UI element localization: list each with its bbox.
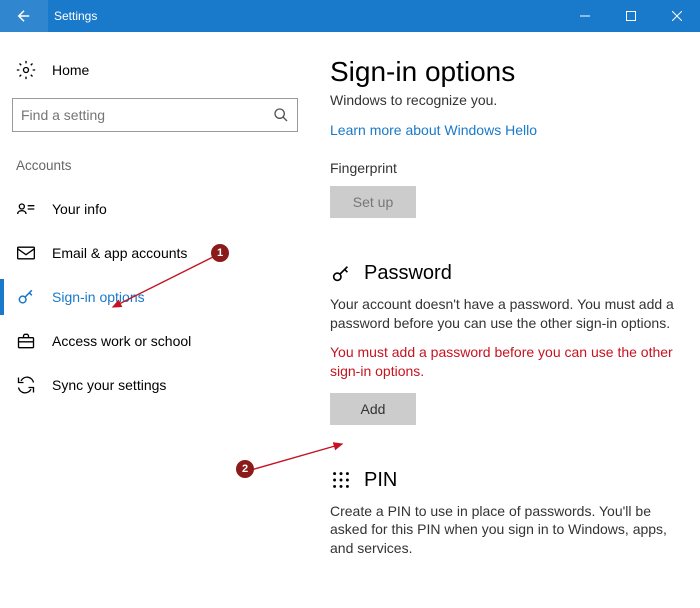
password-description: Your account doesn't have a password. Yo… [330,295,680,333]
gear-icon [16,60,36,80]
pin-description: Create a PIN to use in place of password… [330,502,680,559]
search-icon [273,107,289,123]
arrow-left-icon [15,7,33,25]
search-box[interactable] [12,98,298,132]
titlebar: Settings [0,0,700,32]
page-title: Sign-in options [330,56,680,88]
fingerprint-label: Fingerprint [330,160,680,176]
windows-hello-link[interactable]: Learn more about Windows Hello [330,122,537,138]
setup-button[interactable]: Set up [330,186,416,218]
add-password-button[interactable]: Add [330,393,416,425]
annotation-badge-1: 1 [211,244,229,262]
pin-grid-icon [330,469,352,491]
sidebar-item-label: Sign-in options [52,289,145,305]
page-subtext: Windows to recognize you. [330,92,680,108]
mail-icon [16,243,36,263]
password-section-title: Password [330,262,680,285]
sidebar: Home Accounts Your info Email & app acco… [0,32,310,608]
password-error-text: You must add a password before you can u… [330,343,680,381]
sidebar-item-label: Your info [52,201,107,217]
pin-title-text: PIN [364,469,397,492]
key-icon [330,263,352,285]
sidebar-item-sign-in-options[interactable]: Sign-in options [0,275,298,319]
search-input[interactable] [21,107,273,123]
close-icon [672,11,682,21]
key-icon [16,287,36,307]
sidebar-item-access-work-school[interactable]: Access work or school [0,319,298,363]
sync-icon [16,375,36,395]
main-panel: Sign-in options Windows to recognize you… [310,32,700,608]
sidebar-item-label: Access work or school [52,333,191,349]
home-button[interactable]: Home [12,50,298,90]
minimize-icon [580,11,590,21]
close-button[interactable] [654,0,700,32]
window-title: Settings [54,9,97,23]
person-card-icon [16,199,36,219]
sidebar-item-label: Sync your settings [52,377,166,393]
maximize-icon [626,11,636,21]
password-title-text: Password [364,262,452,285]
maximize-button[interactable] [608,0,654,32]
minimize-button[interactable] [562,0,608,32]
sidebar-item-sync-settings[interactable]: Sync your settings [0,363,298,407]
annotation-badge-2: 2 [236,460,254,478]
sidebar-item-email-accounts[interactable]: Email & app accounts [0,231,298,275]
sidebar-item-your-info[interactable]: Your info [0,187,298,231]
home-label: Home [52,62,89,78]
section-header: Accounts [16,158,298,173]
briefcase-icon [16,331,36,351]
back-button[interactable] [0,0,48,32]
sidebar-item-label: Email & app accounts [52,245,187,261]
pin-section-title: PIN [330,469,680,492]
